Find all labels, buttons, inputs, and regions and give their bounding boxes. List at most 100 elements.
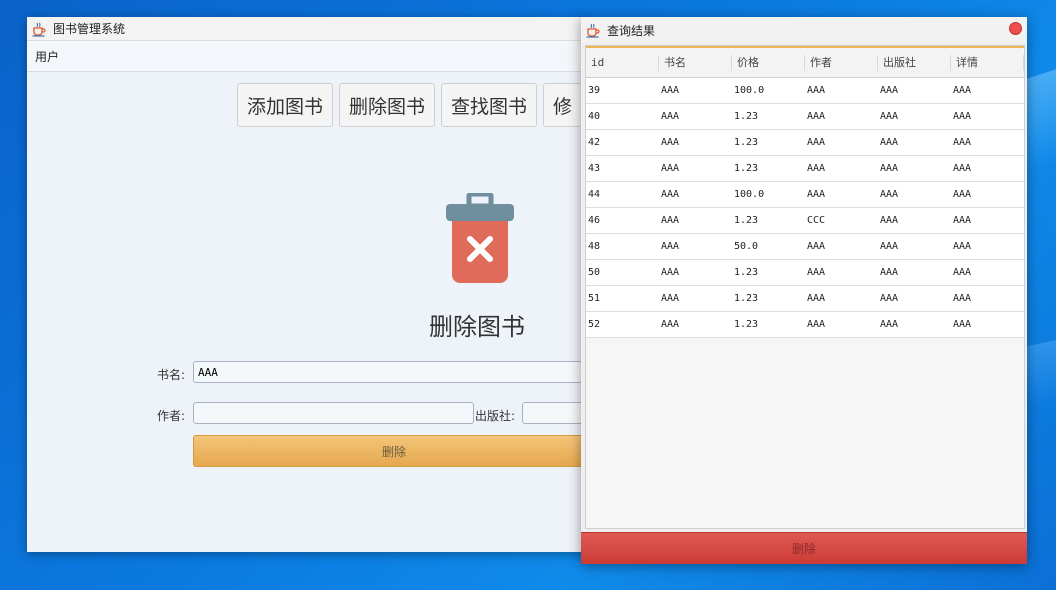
table-cell: AAA [661, 111, 680, 122]
column-header[interactable]: 价格 [732, 54, 805, 71]
table-cell: 1.23 [734, 163, 759, 174]
table-cell: CCC [807, 215, 826, 226]
close-icon[interactable] [1009, 22, 1022, 35]
dialog-titlebar: 查询结果 [581, 17, 1027, 43]
table-cell: AAA [661, 267, 680, 278]
table-cell: AAA [807, 111, 826, 122]
column-header[interactable]: 作者 [805, 54, 878, 71]
column-header[interactable]: id [586, 54, 659, 71]
table-cell: AAA [661, 137, 680, 148]
table-cell: AAA [880, 319, 899, 330]
table-cell: AAA [807, 267, 826, 278]
table-cell: AAA [807, 319, 826, 330]
table-cell: AAA [880, 241, 899, 252]
table-row[interactable]: 51 AAA 1.23 AAA AAA AAA [586, 286, 1024, 312]
table-row[interactable]: 52 AAA 1.23 AAA AAA AAA [586, 312, 1024, 338]
query-results-dialog: 查询结果 id 书名 价格 作者 出版社 详情 39 AAA 100.0 AAA AAA… [581, 17, 1027, 564]
column-header[interactable]: 详情 [951, 54, 1024, 71]
publisher-label: 出版社: [475, 409, 516, 423]
table-cell: 43 [588, 163, 601, 174]
table-row[interactable]: 39 AAA 100.0 AAA AAA AAA [586, 78, 1024, 104]
table-cell: AAA [880, 85, 899, 96]
table-cell: 44 [588, 189, 601, 200]
table-cell: AAA [661, 163, 680, 174]
table-cell: 46 [588, 215, 601, 226]
table-cell: AAA [661, 293, 680, 304]
table-cell: AAA [807, 241, 826, 252]
table-cell: 51 [588, 293, 601, 304]
main-window: 图书管理系统 用户 添加图书 删除图书 查找图书 修 删除图书 书名: AAA … [27, 17, 595, 552]
table-row[interactable]: 40 AAA 1.23 AAA AAA AAA [586, 104, 1024, 130]
delete-book-button[interactable]: 删除图书 [339, 83, 436, 127]
table-cell: 50 [588, 267, 601, 278]
table-cell: AAA [880, 189, 899, 200]
table-cell: AAA [661, 85, 680, 96]
table-cell: AAA [953, 293, 972, 304]
book-name-field[interactable]: AAA [193, 361, 593, 383]
table-row[interactable]: 43 AAA 1.23 AAA AAA AAA [586, 156, 1024, 182]
menu-user[interactable]: 用户 [35, 48, 59, 65]
table-body: 39 AAA 100.0 AAA AAA AAA 40 AAA 1.23 AAA AAA AAA 42 A… [586, 78, 1024, 338]
table-cell: AAA [661, 189, 680, 200]
table-cell: AAA [953, 241, 972, 252]
table-cell: AAA [880, 215, 899, 226]
table-cell: AAA [807, 163, 826, 174]
table-row[interactable]: 46 AAA 1.23 CCC AAA AAA [586, 208, 1024, 234]
table-cell: 1.23 [734, 293, 759, 304]
main-titlebar: 图书管理系统 [27, 17, 587, 41]
java-cup-icon [586, 23, 600, 38]
table-cell: AAA [807, 293, 826, 304]
add-book-button[interactable]: 添加图书 [237, 83, 334, 127]
page-heading: 删除图书 [429, 313, 525, 341]
table-cell: AAA [953, 85, 972, 96]
main-window-title: 图书管理系统 [53, 22, 126, 36]
table-cell: AAA [953, 111, 972, 122]
table-cell: 39 [588, 85, 601, 96]
dialog-title: 查询结果 [607, 23, 656, 38]
column-header[interactable]: 书名 [659, 54, 732, 71]
dialog-delete-button[interactable]: 删除 [581, 532, 1027, 564]
table-cell: 48 [588, 241, 601, 252]
table-cell: 1.23 [734, 215, 759, 226]
table-cell: 1.23 [734, 111, 759, 122]
table-cell: AAA [953, 163, 972, 174]
table-row[interactable]: 50 AAA 1.23 AAA AAA AAA [586, 260, 1024, 286]
table-cell: 40 [588, 111, 601, 122]
table-row[interactable]: 44 AAA 100.0 AAA AAA AAA [586, 182, 1024, 208]
table-cell: AAA [953, 215, 972, 226]
table-cell: AAA [661, 241, 680, 252]
results-table[interactable]: id 书名 价格 作者 出版社 详情 39 AAA 100.0 AAA AAA AAA 40… [585, 45, 1025, 529]
table-cell: 1.23 [734, 319, 759, 330]
table-header: id 书名 价格 作者 出版社 详情 [586, 48, 1024, 78]
table-cell: AAA [661, 319, 680, 330]
table-cell: 1.23 [734, 267, 759, 278]
table-cell: AAA [807, 85, 826, 96]
table-cell: 1.23 [734, 137, 759, 148]
table-cell: AAA [807, 189, 826, 200]
toolbar: 添加图书 删除图书 查找图书 修 [237, 83, 583, 127]
table-row[interactable]: 42 AAA 1.23 AAA AAA AAA [586, 130, 1024, 156]
table-cell: 42 [588, 137, 601, 148]
table-cell: 100.0 [734, 189, 765, 200]
table-row[interactable]: 48 AAA 50.0 AAA AAA AAA [586, 234, 1024, 260]
table-cell: AAA [880, 293, 899, 304]
table-cell: AAA [953, 137, 972, 148]
find-book-button[interactable]: 查找图书 [441, 83, 538, 127]
table-cell: AAA [953, 319, 972, 330]
author-label: 作者: [157, 409, 186, 423]
table-cell: AAA [807, 137, 826, 148]
trash-icon [446, 193, 514, 283]
table-cell: AAA [953, 267, 972, 278]
java-cup-icon [32, 22, 46, 37]
modify-book-button[interactable]: 修 [543, 83, 583, 127]
delete-button[interactable]: 删除 [193, 435, 595, 467]
table-cell: AAA [880, 163, 899, 174]
table-cell: AAA [880, 267, 899, 278]
menubar: 用户 [27, 41, 587, 72]
column-header[interactable]: 出版社 [878, 54, 951, 71]
book-name-label: 书名: [157, 368, 186, 382]
author-field[interactable] [193, 402, 474, 424]
table-cell: 50.0 [734, 241, 759, 252]
table-cell: 52 [588, 319, 601, 330]
table-cell: 100.0 [734, 85, 765, 96]
